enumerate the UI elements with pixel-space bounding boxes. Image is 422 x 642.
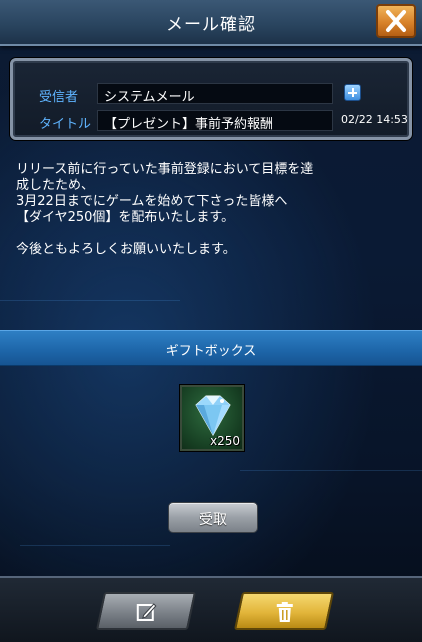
bottom-toolbar <box>0 576 422 642</box>
delete-button[interactable] <box>233 592 335 630</box>
message-line: リリース前に行っていた事前登録において目標を達 <box>16 162 314 177</box>
receive-button[interactable]: 受取 <box>168 502 258 533</box>
mail-info-panel: 受信者 システムメール タイトル 【プレゼント】事前予約報酬 02/22 14:… <box>10 58 412 140</box>
title-label: タイトル <box>39 117 92 132</box>
gift-item-slot[interactable]: x250 <box>180 385 244 451</box>
background-line <box>240 470 422 471</box>
header-bar: メール確認 <box>0 0 422 46</box>
recipient-label: 受信者 <box>39 90 79 105</box>
message-line: 今後ともよろしくお願いいたします。 <box>16 242 236 257</box>
message-body: リリース前に行っていた事前登録において目標を達 成したため、 3月22日までにゲ… <box>16 162 416 258</box>
edit-button[interactable] <box>95 592 197 630</box>
recipient-field: システムメール <box>97 83 333 105</box>
item-quantity: x250 <box>209 434 240 448</box>
add-recipient-button[interactable] <box>344 84 361 101</box>
message-line: 【ダイヤ250個】を配布いたします。 <box>16 210 235 225</box>
mail-date: 02/22 14:53 <box>341 113 408 126</box>
receive-button-label: 受取 <box>199 512 227 528</box>
background-line <box>20 545 170 546</box>
mail-title-field: 【プレゼント】事前予約報酬 <box>97 110 333 132</box>
close-button[interactable] <box>376 4 416 38</box>
message-line: 成したため、 <box>16 178 95 193</box>
background-line <box>0 300 180 301</box>
gift-box-title: ギフトボックス <box>165 344 257 359</box>
close-icon <box>386 10 406 32</box>
edit-pencil-icon <box>136 603 157 621</box>
trash-icon <box>276 602 293 622</box>
message-line: 3月22日までにゲームを始めて下さった皆様へ <box>16 194 288 209</box>
gift-box-header: ギフトボックス <box>0 330 422 366</box>
page-title: メール確認 <box>166 15 256 35</box>
message-line <box>16 226 416 242</box>
